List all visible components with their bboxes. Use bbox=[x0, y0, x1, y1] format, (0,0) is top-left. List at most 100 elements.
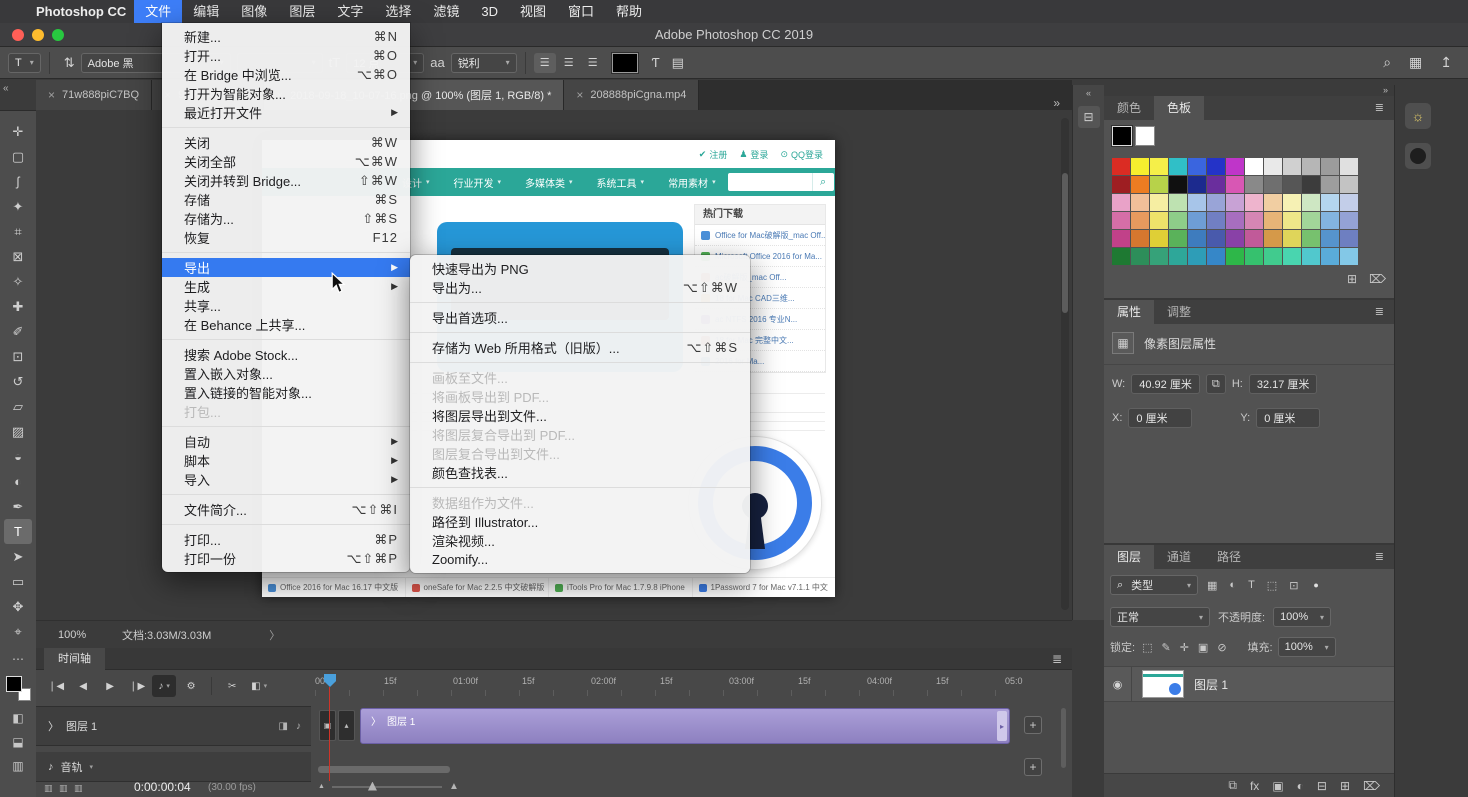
export-submenu-item-1[interactable]: 快速导出为 PNG bbox=[410, 259, 750, 278]
clip-end-cap[interactable]: ▸ bbox=[997, 711, 1007, 741]
file-menu-item-3[interactable]: 在 Bridge 中浏览...⌥⌘O bbox=[162, 65, 410, 84]
transition-button[interactable]: ◧▾ bbox=[247, 675, 271, 697]
file-menu-item-21[interactable]: 置入链接的智能对象... bbox=[162, 383, 410, 402]
menubar-item-6[interactable]: 选择 bbox=[374, 0, 422, 23]
swatch-42[interactable] bbox=[1150, 212, 1168, 229]
new-group-icon[interactable]: ⊟ bbox=[1317, 779, 1327, 793]
swatch-39[interactable] bbox=[1340, 194, 1358, 211]
swatch-29[interactable] bbox=[1150, 194, 1168, 211]
link-dimensions-icon[interactable]: ⧉ bbox=[1206, 374, 1226, 394]
align-center-icon[interactable]: ☰ bbox=[558, 53, 580, 73]
panel-tab-1[interactable]: 颜色 bbox=[1104, 96, 1154, 120]
delete-layer-icon[interactable]: ⌦ bbox=[1363, 779, 1380, 793]
filter-pixel-icon[interactable]: ▦ bbox=[1205, 579, 1219, 592]
healing-brush-tool[interactable]: ✚ bbox=[4, 294, 32, 319]
grid-mode-icon[interactable]: ▥ bbox=[12, 759, 23, 773]
page-top-link-3[interactable]: ⊙QQ登录 bbox=[780, 148, 823, 161]
file-menu-item-19[interactable]: 搜索 Adobe Stock... bbox=[162, 345, 410, 364]
foreground-background-colors[interactable] bbox=[6, 676, 31, 701]
swatch-69[interactable] bbox=[1169, 248, 1187, 265]
menubar-item-11[interactable]: 帮助 bbox=[605, 0, 653, 23]
file-menu-item-16[interactable]: 共享... bbox=[162, 296, 410, 315]
swatch-76[interactable] bbox=[1302, 248, 1320, 265]
swatch-4[interactable] bbox=[1169, 158, 1187, 175]
swatch-6[interactable] bbox=[1207, 158, 1225, 175]
clip-thumbnail[interactable]: ▣ bbox=[319, 710, 336, 741]
swatch-46[interactable] bbox=[1226, 212, 1244, 229]
document-tab-4[interactable]: ×208888piCgna.mp4 bbox=[564, 80, 699, 110]
swatch-34[interactable] bbox=[1245, 194, 1263, 211]
new-swatch-icon[interactable]: ⊞ bbox=[1347, 272, 1357, 286]
track-chevron-icon[interactable]: 〉 bbox=[48, 718, 59, 734]
page-nav-item-3[interactable]: 多媒体类▾ bbox=[513, 175, 585, 190]
blend-mode-select[interactable]: 正常▾ bbox=[1110, 607, 1210, 627]
layer-row-selected[interactable]: ◉ 图层 1 bbox=[1104, 666, 1394, 702]
swatch-74[interactable] bbox=[1264, 248, 1282, 265]
align-left-icon[interactable]: ☰ bbox=[534, 53, 556, 73]
swatch-31[interactable] bbox=[1188, 194, 1206, 211]
zoom-slider[interactable] bbox=[332, 786, 442, 788]
swatch-11[interactable] bbox=[1302, 158, 1320, 175]
frame-tool[interactable]: ⊠ bbox=[4, 244, 32, 269]
timeline-tab[interactable]: 时间轴 bbox=[44, 648, 105, 670]
swatch-49[interactable] bbox=[1283, 212, 1301, 229]
swatch-71[interactable] bbox=[1207, 248, 1225, 265]
width-input[interactable]: 40.92 厘米 bbox=[1131, 374, 1200, 394]
timeline-zoom-control[interactable]: ▲ ▲ bbox=[318, 781, 459, 792]
swatch-41[interactable] bbox=[1131, 212, 1149, 229]
eraser-tool[interactable]: ▱ bbox=[4, 394, 32, 419]
swatch-50[interactable] bbox=[1302, 212, 1320, 229]
swatch-65[interactable] bbox=[1340, 230, 1358, 247]
marquee-tool[interactable]: ▢ bbox=[4, 144, 32, 169]
export-submenu-item-10[interactable]: 将图层导出到文件... bbox=[410, 406, 750, 425]
lock-paint-icon[interactable]: ✎ bbox=[1159, 641, 1172, 654]
file-menu-item-24[interactable]: 自动▶ bbox=[162, 432, 410, 451]
learn-panel-icon[interactable]: ☼ bbox=[1405, 103, 1431, 129]
swatch-19[interactable] bbox=[1207, 176, 1225, 193]
link-layers-icon[interactable]: ⧉ bbox=[1228, 778, 1237, 793]
swatch-51[interactable] bbox=[1321, 212, 1339, 229]
video-track-header[interactable]: 〉 图层 1 ◨ ♪ bbox=[36, 706, 311, 746]
zoom-level[interactable]: 100% bbox=[36, 629, 122, 641]
swatch-75[interactable] bbox=[1283, 248, 1301, 265]
swatch-13[interactable] bbox=[1340, 158, 1358, 175]
page-nav-item-2[interactable]: 行业开发▾ bbox=[442, 175, 514, 190]
file-menu-item-5[interactable]: 最近打开文件▶ bbox=[162, 103, 410, 122]
swatch-45[interactable] bbox=[1207, 212, 1225, 229]
delete-swatch-icon[interactable]: ⌦ bbox=[1369, 272, 1386, 286]
file-menu-item-26[interactable]: 导入▶ bbox=[162, 470, 410, 489]
toggle-panels-icon[interactable]: ▤ bbox=[666, 55, 690, 71]
fill-select[interactable]: 100%▾ bbox=[1278, 637, 1336, 657]
file-menu-item-20[interactable]: 置入嵌入对象... bbox=[162, 364, 410, 383]
tab-overflow-icon[interactable]: » bbox=[1041, 96, 1072, 110]
swatch-1[interactable] bbox=[1112, 158, 1130, 175]
swatch-70[interactable] bbox=[1188, 248, 1206, 265]
filter-toggle-icon[interactable]: ● bbox=[1313, 580, 1318, 590]
lasso-tool[interactable]: ʃ bbox=[4, 169, 32, 194]
panel-menu-icon[interactable]: ≣ bbox=[1365, 545, 1394, 569]
text-orientation-icon[interactable]: ⇅ bbox=[58, 55, 81, 71]
quick-selection-tool[interactable]: ✦ bbox=[4, 194, 32, 219]
swatch-38[interactable] bbox=[1321, 194, 1339, 211]
toolbar-collapse-icon[interactable]: « bbox=[3, 83, 9, 94]
swatch-8[interactable] bbox=[1245, 158, 1263, 175]
lock-artboard-icon[interactable]: ▣ bbox=[1196, 641, 1210, 654]
lock-position-icon[interactable]: ✛ bbox=[1178, 641, 1191, 654]
shape-tool[interactable]: ▭ bbox=[4, 569, 32, 594]
swatch-23[interactable] bbox=[1283, 176, 1301, 193]
swatch-17[interactable] bbox=[1169, 176, 1187, 193]
panel-menu-icon[interactable]: ≣ bbox=[1365, 300, 1394, 324]
file-menu-item-30[interactable]: 打印...⌘P bbox=[162, 530, 410, 549]
quick-mask-icon[interactable]: ◧ bbox=[12, 711, 23, 725]
export-submenu-item-13[interactable]: 颜色查找表... bbox=[410, 463, 750, 482]
workspace-switcher-icon[interactable]: ▦ bbox=[1409, 54, 1422, 71]
panel-dock-header[interactable]: » bbox=[1104, 85, 1394, 96]
related-link-1[interactable]: Office 2016 for Mac 16.17 中文版 bbox=[262, 578, 405, 597]
swatch-5[interactable] bbox=[1188, 158, 1206, 175]
swatch-28[interactable] bbox=[1131, 194, 1149, 211]
export-submenu-item-4[interactable]: 导出首选项... bbox=[410, 308, 750, 327]
tab-close-icon[interactable]: × bbox=[576, 88, 583, 102]
tab-close-icon[interactable]: × bbox=[48, 88, 55, 102]
swatch-68[interactable] bbox=[1150, 248, 1168, 265]
crop-tool[interactable]: ⌗ bbox=[4, 219, 32, 244]
